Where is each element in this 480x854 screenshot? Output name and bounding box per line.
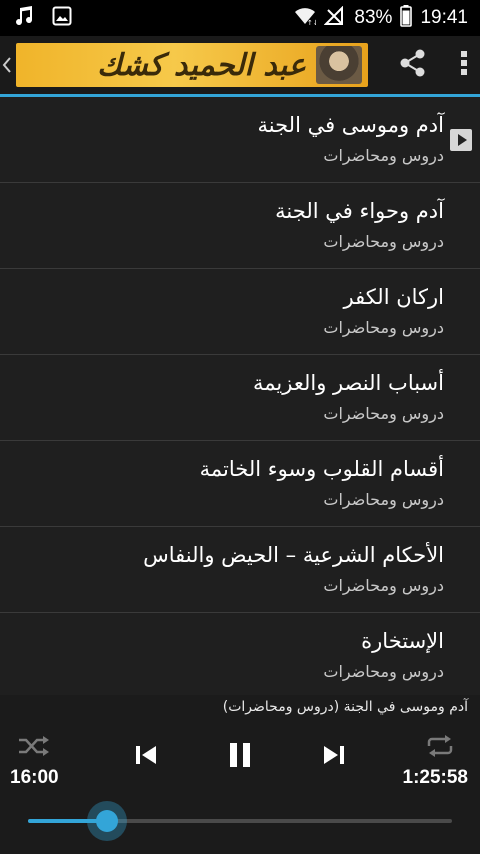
list-item[interactable]: اركان الكفر دروس ومحاضرات (0, 269, 480, 355)
item-title: أسباب النصر والعزيمة (253, 371, 444, 395)
item-subtitle: دروس ومحاضرات (323, 576, 444, 595)
pause-button[interactable] (220, 737, 260, 777)
wifi-icon: ↑↓ (294, 6, 319, 30)
total-duration: 1:25:58 (402, 767, 469, 788)
item-title: آدم وموسى في الجنة (257, 113, 444, 137)
no-signal-icon (324, 5, 346, 30)
shuffle-icon (17, 735, 51, 761)
share-icon (398, 48, 428, 82)
previous-icon (135, 744, 157, 770)
item-subtitle: دروس ومحاضرات (323, 232, 444, 251)
item-title: أقسام القلوب وسوء الخاتمة (199, 457, 444, 481)
shuffle-button[interactable] (14, 733, 54, 763)
elapsed-time: 16:00 (10, 767, 59, 788)
share-button[interactable] (386, 36, 440, 94)
item-subtitle: دروس ومحاضرات (323, 662, 444, 681)
clock: 19:41 (420, 7, 468, 28)
next-button[interactable] (316, 739, 352, 775)
list-item[interactable]: أسباب النصر والعزيمة دروس ومحاضرات (0, 355, 480, 441)
overflow-menu-button[interactable] (448, 36, 480, 94)
seek-bar-thumb[interactable] (87, 801, 127, 841)
list-item[interactable]: الأحكام الشرعية – الحيض والنفاس دروس ومح… (0, 527, 480, 613)
action-bar: عبد الحميد كشك (0, 36, 480, 94)
item-title: آدم وحواء في الجنة (275, 199, 444, 223)
image-icon (52, 6, 72, 30)
list-item[interactable]: آدم وموسى في الجنة دروس ومحاضرات (0, 97, 480, 183)
item-subtitle: دروس ومحاضرات (323, 146, 444, 165)
item-subtitle: دروس ومحاضرات (323, 404, 444, 423)
back-chevron-icon[interactable] (0, 36, 14, 94)
track-list[interactable]: آدم وموسى في الجنة دروس ومحاضرات آدم وحو… (0, 97, 480, 695)
music-note-icon (14, 5, 34, 31)
seek-bar[interactable] (28, 801, 452, 841)
battery-icon (400, 5, 413, 31)
repeat-button[interactable] (420, 733, 460, 763)
status-bar: ↑↓ 83% 19:41 (0, 0, 480, 36)
previous-button[interactable] (128, 739, 164, 775)
app-logo-banner[interactable]: عبد الحميد كشك (16, 43, 368, 87)
logo-portrait (316, 46, 362, 84)
next-icon (323, 744, 345, 770)
now-playing-indicator-icon (450, 129, 472, 151)
battery-percent: 83% (354, 7, 393, 28)
list-item[interactable]: آدم وحواء في الجنة دروس ومحاضرات (0, 183, 480, 269)
pause-icon (228, 742, 252, 772)
item-subtitle: دروس ومحاضرات (323, 318, 444, 337)
overflow-menu-icon (460, 50, 468, 80)
repeat-icon (425, 734, 455, 762)
svg-text:↑↓: ↑↓ (307, 19, 316, 26)
now-playing-title: آدم وموسى في الجنة (دروس ومحاضرات) (222, 699, 468, 715)
item-subtitle: دروس ومحاضرات (323, 490, 444, 509)
item-title: اركان الكفر (343, 285, 444, 309)
list-item[interactable]: الإستخارة دروس ومحاضرات (0, 613, 480, 695)
list-item[interactable]: أقسام القلوب وسوء الخاتمة دروس ومحاضرات (0, 441, 480, 527)
item-title: الإستخارة (361, 629, 444, 653)
player-panel: آدم وموسى في الجنة (دروس ومحاضرات) 16:00… (0, 695, 480, 854)
item-title: الأحكام الشرعية – الحيض والنفاس (143, 543, 444, 567)
